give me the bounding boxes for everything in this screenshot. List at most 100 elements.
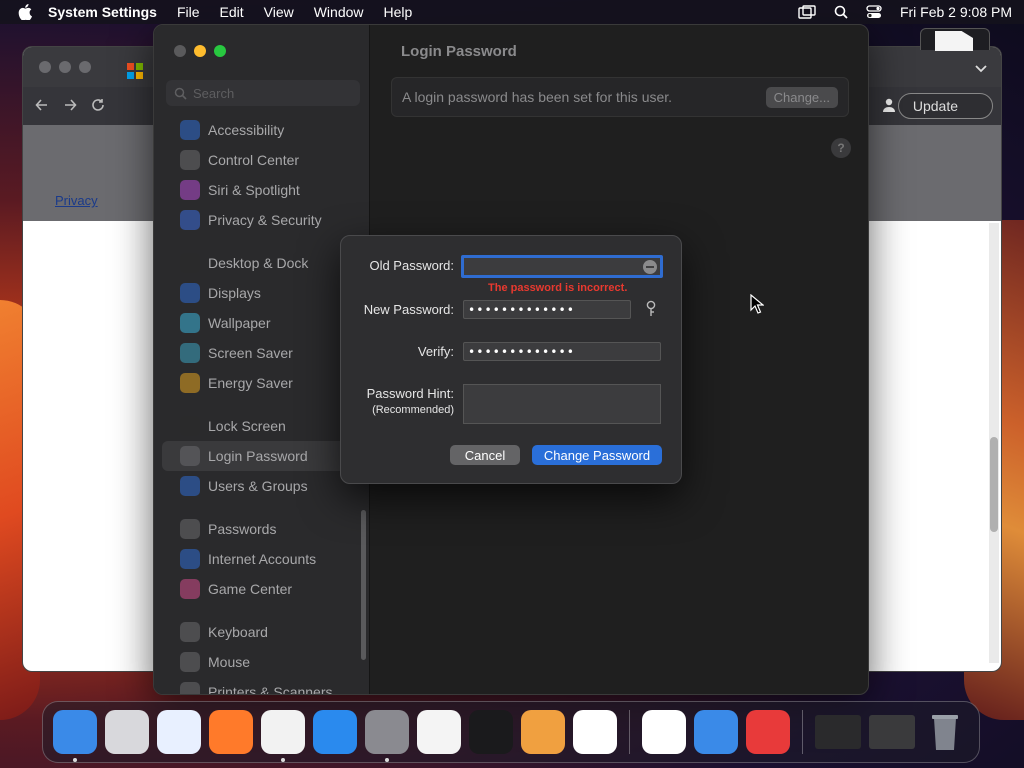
close-button[interactable]	[174, 45, 186, 57]
dock-safari-icon[interactable]	[157, 710, 201, 754]
sidebar-item-label: Accessibility	[208, 122, 285, 138]
lock-icon	[180, 416, 200, 436]
sidebar-item-internet-accounts[interactable]: Internet Accounts	[162, 544, 362, 574]
dock-separator	[629, 710, 630, 754]
sidebar-item-passwords[interactable]: Passwords	[162, 514, 362, 544]
dock-weather-icon[interactable]	[694, 710, 738, 754]
change-password-button[interactable]: Change...	[765, 86, 838, 108]
menu-file[interactable]: File	[177, 4, 200, 20]
dock-minimized-window-2-icon[interactable]	[869, 715, 915, 749]
dock-finder-icon[interactable]	[53, 710, 97, 762]
sidebar-item-printers-and-scanners[interactable]: Printers & Scanners	[162, 677, 362, 694]
sidebar-item-energy-saver[interactable]: Energy Saver	[162, 368, 362, 398]
energy-icon	[180, 373, 200, 393]
change-password-dialog: Old Password: The password is incorrect.…	[340, 235, 682, 484]
dock-firefox-icon[interactable]	[209, 710, 253, 754]
sidebar-item-control-center[interactable]: Control Center	[162, 145, 362, 175]
password-assistant-key-icon[interactable]	[645, 300, 657, 321]
help-button[interactable]: ?	[831, 138, 851, 158]
new-password-label: New Password:	[363, 302, 454, 317]
sidebar-item-label: Game Center	[208, 581, 293, 597]
sidebar-item-desktop-and-dock[interactable]: Desktop & Dock	[162, 248, 362, 278]
sidebar-item-label: Control Center	[208, 152, 300, 168]
sidebar-item-label: Screen Saver	[208, 345, 293, 361]
dock-garageband-icon[interactable]	[521, 710, 565, 754]
zoom-button[interactable]	[214, 45, 226, 57]
sidebar-item-mouse[interactable]: Mouse	[162, 647, 362, 677]
game-center-icon	[180, 579, 200, 599]
old-password-label: Old Password:	[369, 258, 454, 273]
sidebar-scrollbar-thumb[interactable]	[361, 510, 366, 660]
document-window-thumbnail[interactable]	[920, 28, 990, 51]
sidebar-item-privacy-and-security[interactable]: Privacy & Security	[162, 205, 362, 235]
users-icon	[180, 476, 200, 496]
sidebar-item-users-and-groups[interactable]: Users & Groups	[162, 471, 362, 501]
password-hint-sublabel: (Recommended)	[372, 404, 454, 416]
browser-scrollbar-thumb[interactable]	[990, 437, 998, 532]
menu-edit[interactable]: Edit	[220, 4, 244, 20]
dock-trash-icon[interactable]	[923, 710, 967, 754]
dock-textedit-icon[interactable]	[417, 710, 461, 754]
sidebar-item-label: Users & Groups	[208, 478, 308, 494]
sidebar-item-displays[interactable]: Displays	[162, 278, 362, 308]
minimize-button[interactable]	[194, 45, 206, 57]
at-icon	[180, 549, 200, 569]
forward-arrow-icon[interactable]	[63, 98, 77, 115]
dock-chrome-icon[interactable]	[261, 710, 305, 762]
dock-separator	[802, 710, 803, 754]
chevron-down-icon[interactable]	[975, 61, 987, 76]
sidebar-item-accessibility[interactable]: Accessibility	[162, 115, 362, 145]
apple-menu-icon[interactable]	[18, 4, 34, 20]
menu-app-name[interactable]: System Settings	[48, 4, 157, 20]
sidebar-item-siri-and-spotlight[interactable]: Siri & Spotlight	[162, 175, 362, 205]
printer-icon	[180, 682, 200, 694]
reload-icon[interactable]	[91, 98, 105, 115]
dock-terminal-icon[interactable]	[469, 710, 513, 754]
sidebar-item-label: Mouse	[208, 654, 251, 670]
sidebar-search-input[interactable]	[193, 85, 343, 101]
old-password-field[interactable]	[461, 255, 663, 278]
sidebar-item-wallpaper[interactable]: Wallpaper	[162, 308, 362, 338]
control-center-icon[interactable]	[866, 5, 882, 19]
menu-help[interactable]: Help	[384, 4, 413, 20]
menu-view[interactable]: View	[264, 4, 294, 20]
clear-field-icon[interactable]	[642, 259, 658, 275]
menu-bar: System Settings File Edit View Window He…	[0, 0, 1024, 24]
dock-speedtest-app-icon[interactable]	[746, 710, 790, 754]
menu-window[interactable]: Window	[314, 4, 364, 20]
back-arrow-icon[interactable]	[35, 98, 49, 115]
sidebar-item-screen-saver[interactable]: Screen Saver	[162, 338, 362, 368]
verify-label: Verify:	[417, 344, 454, 359]
verify-password-field[interactable]: •••••••••••••	[463, 342, 661, 361]
browser-close-button[interactable]	[39, 61, 51, 73]
sidebar-item-login-password[interactable]: Login Password	[162, 441, 362, 471]
spotlight-search-icon[interactable]	[834, 5, 848, 19]
dock-vscode-icon[interactable]	[573, 710, 617, 754]
sidebar-item-label: Displays	[208, 285, 261, 301]
new-password-field[interactable]: •••••••••••••	[463, 300, 631, 319]
screen-mirroring-icon[interactable]	[798, 5, 816, 19]
dock-system-settings-icon[interactable]	[365, 710, 409, 762]
browser-minimize-button[interactable]	[59, 61, 71, 73]
password-hint-field[interactable]	[463, 384, 661, 424]
cancel-button[interactable]: Cancel	[450, 445, 520, 465]
menu-clock[interactable]: Fri Feb 2 9:08 PM	[900, 4, 1012, 20]
sidebar-item-keyboard[interactable]: Keyboard	[162, 617, 362, 647]
dock-minimized-window-1-icon[interactable]	[815, 715, 861, 749]
mouse-cursor-icon	[750, 294, 764, 314]
dock-launchpad-icon[interactable]	[105, 710, 149, 754]
sidebar-item-label: Keyboard	[208, 624, 268, 640]
sidebar-item-lock-screen[interactable]: Lock Screen	[162, 411, 362, 441]
dock-visual-studio-icon[interactable]	[642, 710, 686, 754]
control-center-icon	[180, 150, 200, 170]
dock-app-store-icon[interactable]	[313, 710, 357, 754]
browser-update-button[interactable]: Update	[897, 93, 993, 119]
change-password-submit-button[interactable]: Change Password	[532, 445, 662, 465]
profile-avatar-icon[interactable]	[881, 97, 897, 116]
sidebar-item-game-center[interactable]: Game Center	[162, 574, 362, 604]
sidebar-item-label: Energy Saver	[208, 375, 293, 391]
password-hint-label: Password Hint:	[366, 386, 454, 401]
privacy-link[interactable]: Privacy	[55, 193, 98, 208]
browser-zoom-button[interactable]	[79, 61, 91, 73]
accessibility-icon	[180, 120, 200, 140]
